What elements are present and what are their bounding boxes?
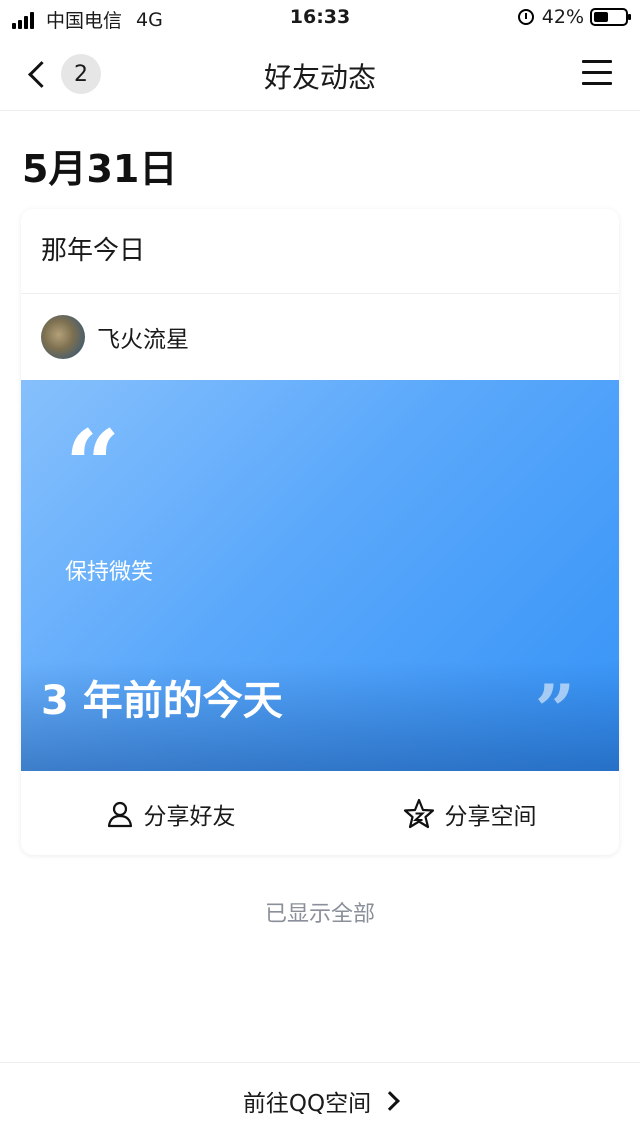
share-row: 分享好友 分享空间 (21, 771, 619, 855)
share-space-label: 分享空间 (444, 803, 537, 830)
nav-bar: 2 好友动态 (0, 36, 640, 111)
share-friend-button[interactable]: 分享好友 (21, 771, 320, 855)
chevron-right-icon (380, 1090, 401, 1111)
avatar[interactable] (41, 315, 85, 359)
open-quote-icon: “ (65, 409, 121, 522)
go-to-qzone-button[interactable]: 前往QQ空间 (0, 1062, 640, 1138)
battery-percent: 42% (541, 6, 584, 28)
years-ago-label: 3 年前的今天 (41, 678, 283, 724)
memory-card: 那年今日 飞火流星 “ 保持微笑 3 年前的今天 ” 分享好友 分享空间 (21, 209, 619, 855)
close-quote-icon: ” (534, 669, 575, 752)
battery-icon (590, 8, 631, 26)
menu-button[interactable] (582, 60, 612, 86)
status-right: 42% (517, 6, 631, 28)
star-icon (403, 798, 434, 828)
share-space-button[interactable]: 分享空间 (320, 771, 619, 855)
alarm-icon (517, 9, 534, 25)
memory-banner[interactable]: “ 保持微笑 3 年前的今天 ” (21, 380, 619, 771)
author-row[interactable]: 飞火流星 (21, 294, 619, 380)
status-bar: 中国电信 4G 16:33 42% (0, 0, 640, 36)
person-icon (107, 801, 132, 827)
memory-text: 保持微笑 (65, 560, 154, 585)
page-title: 好友动态 (263, 61, 376, 94)
end-of-feed-label: 已显示全部 (264, 902, 375, 927)
share-friend-label: 分享好友 (143, 803, 236, 830)
menu-icon (582, 60, 612, 63)
card-title: 那年今日 (21, 209, 619, 294)
author-name[interactable]: 飞火流星 (97, 320, 189, 354)
go-to-qzone-label: 前往QQ空间 (242, 1090, 372, 1117)
date-heading: 5月31日 (22, 147, 178, 191)
